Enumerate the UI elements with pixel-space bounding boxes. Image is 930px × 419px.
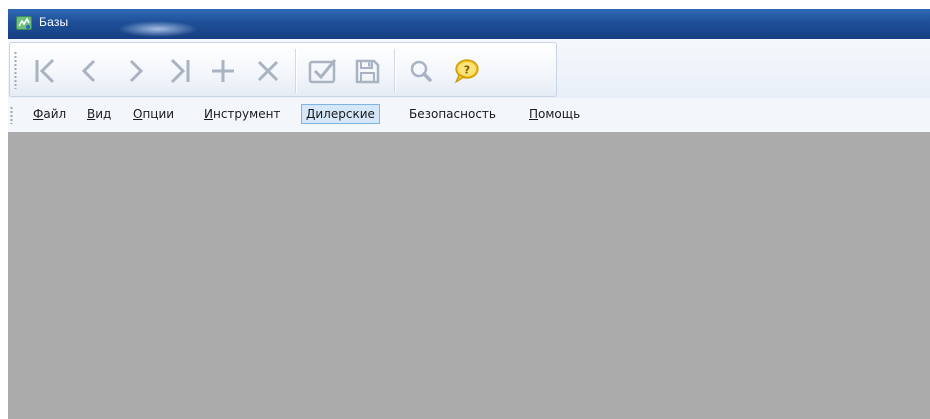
menu-item-dealers-label: Дилерские [306,107,375,121]
menu-grip[interactable] [10,106,13,124]
toolbar-separator [295,49,297,93]
help-bubble-icon: ? [454,59,479,84]
title-bar[interactable]: Базы [8,9,930,39]
menu-item-security[interactable]: Безопасность [405,104,500,124]
menu-item-view-accelerator: В [87,107,96,121]
mdi-workspace[interactable] [8,132,930,419]
menu-item-options[interactable]: Опции [129,104,178,124]
menu-item-tools[interactable]: Инструмент [200,104,284,124]
prev-record-button[interactable] [70,49,110,93]
menu-item-view-label: ид [95,107,112,121]
menu-item-tools-label: нструмент [212,107,281,121]
last-record-icon [170,58,190,84]
chevron-right-icon [129,59,144,83]
apply-button[interactable] [302,49,342,93]
menu-item-tools-accelerator: И [204,107,213,121]
close-icon [257,60,279,82]
magnifier-icon [410,60,432,82]
delete-record-button[interactable] [248,49,288,93]
help-button[interactable]: ? [446,49,486,93]
menu-item-help[interactable]: Помощь [525,104,584,124]
menu-item-security-label: Безопасность [409,107,496,121]
menu-item-help-label: омощь [538,107,581,121]
navigation-toolbar: ? [9,42,557,97]
menu-item-file[interactable]: Файл [29,104,70,124]
plus-icon [212,60,234,82]
search-button[interactable] [401,49,441,93]
menu-bar: Файл Вид Опции Инструмент Дилерские Безо… [8,98,930,132]
menu-item-file-label: айл [43,107,67,121]
last-record-button[interactable] [160,49,200,93]
menu-item-options-label: пции [142,107,175,121]
first-record-button[interactable] [25,49,65,93]
menu-item-help-accelerator: П [529,107,539,121]
first-record-icon [35,58,55,84]
database-app-icon[interactable] [15,14,33,32]
toolbar-separator [394,49,396,93]
floppy-disk-icon [355,59,380,84]
menu-item-dealers[interactable]: Дилерские [301,104,380,124]
toolbar-grip[interactable] [14,51,17,89]
next-record-button[interactable] [115,49,155,93]
menu-item-file-accelerator: Ф [33,107,44,121]
svg-text:?: ? [464,64,470,77]
title-bar-glow [118,21,198,37]
save-button[interactable] [347,49,387,93]
checkbox-icon [308,59,337,84]
menu-item-view[interactable]: Вид [83,104,115,124]
window-title: Базы [39,15,69,29]
add-record-button[interactable] [203,49,243,93]
app-window: Базы ? Файл Вид Опции Инструмент Дилерск… [0,0,930,419]
chevron-left-icon [81,59,96,83]
